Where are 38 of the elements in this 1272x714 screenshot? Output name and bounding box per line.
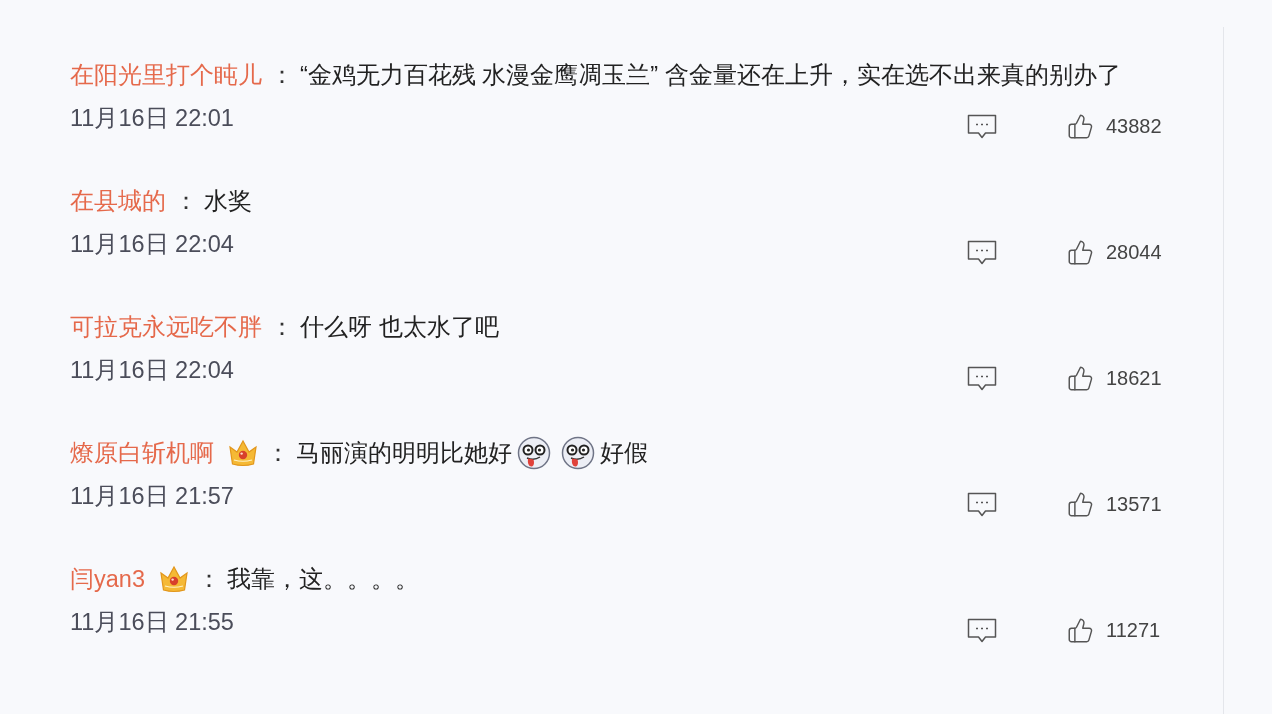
comment-text: 好假 (600, 439, 648, 468)
like-button[interactable]: 28044 (1067, 239, 1162, 266)
comment-text: 我靠，这。。。。 (226, 565, 419, 594)
colon-text: ： (196, 565, 221, 594)
comment-button[interactable] (967, 239, 997, 266)
speech-bubble-icon (967, 113, 997, 140)
timestamp-text: 11月16日 22:04 (70, 230, 235, 259)
thumbs-up-icon (1067, 239, 1094, 266)
face-emoji-icon (561, 436, 595, 470)
comment-button[interactable] (967, 617, 997, 644)
colon-text: ： (174, 187, 198, 216)
comment-text: 水奖 (204, 187, 252, 216)
like-button[interactable]: 13571 (1067, 491, 1162, 518)
comment-button[interactable] (967, 365, 997, 392)
thumbs-up-icon (1067, 113, 1094, 140)
timestamp-text: 11月16日 22:01 (70, 104, 235, 133)
speech-bubble-icon (967, 239, 997, 266)
speech-bubble-icon (967, 365, 997, 392)
like-button[interactable]: 43882 (1067, 113, 1162, 140)
like-button[interactable]: 11271 (1067, 617, 1161, 644)
colon-text: ： (270, 61, 294, 90)
face-emoji-icon (517, 436, 551, 470)
comment-button[interactable] (967, 113, 997, 140)
colon-text: ： (266, 439, 290, 468)
comment-text: 马丽演的明明比她好 (296, 439, 512, 468)
speech-bubble-icon (967, 491, 997, 518)
comment-button[interactable] (967, 491, 997, 518)
speech-bubble-icon (967, 617, 997, 644)
colon-text: ： (270, 313, 294, 342)
comment-text: “金鸡无力百花残 水漫金鹰凋玉兰” 含金量还在上升，实在选不出来真的别办了 (300, 61, 1121, 90)
timestamp-text: 11月16日 22:04 (70, 356, 235, 385)
timestamp-text: 11月16日 21:57 (70, 482, 235, 511)
thumbs-up-icon (1067, 365, 1094, 392)
like-button[interactable]: 18621 (1067, 365, 1162, 392)
comment-text: 什么呀 也太水了吧 (300, 313, 499, 342)
timestamp-text: 11月16日 21:55 (70, 608, 235, 637)
thumbs-up-icon (1067, 617, 1094, 644)
thumbs-up-icon (1067, 491, 1094, 518)
